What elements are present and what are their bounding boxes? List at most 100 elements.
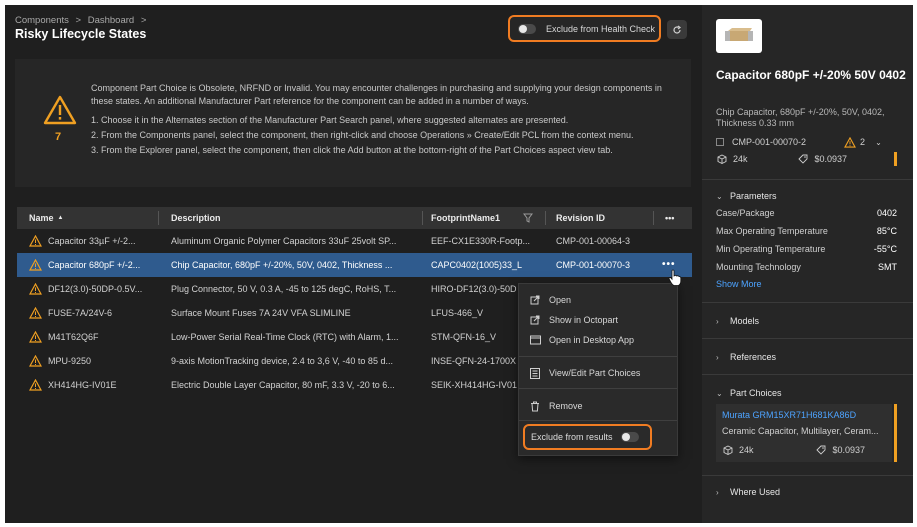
table-row-selected[interactable]: Capacitor 680pF +/-2... Chip Capacitor, … (17, 253, 692, 277)
chevron-down-icon: ⌄ (716, 191, 723, 201)
warning-icon (29, 331, 42, 343)
column-header-name[interactable]: Name ▲ (29, 207, 63, 229)
price-value: $0.0937 (832, 444, 866, 455)
section-where-used[interactable]: › Where Used (716, 487, 780, 497)
part-choice-summary[interactable]: CMP-001-00070-2 2 ⌄ (716, 135, 906, 149)
toggle-switch[interactable] (518, 23, 536, 34)
chevron-right-icon: › (716, 352, 719, 362)
more-columns-icon[interactable]: ••• (665, 207, 674, 229)
footprint-cell: STM-QFN-16_V (431, 332, 497, 342)
chevron-right-icon: › (716, 487, 719, 497)
footprint-cell: SEIK-XH414HG-IV01 (431, 380, 518, 390)
description-cell: Aluminum Organic Polymer Capacitors 33uF… (171, 236, 397, 246)
filter-icon[interactable] (523, 213, 533, 223)
breadcrumb-components[interactable]: Components (15, 15, 69, 26)
name-cell: Capacitor 680pF +/-2... (29, 253, 157, 277)
info-step: 1. Choose it in the Alternates section o… (91, 115, 569, 125)
breadcrumb-separator: > (140, 15, 147, 26)
part-choice-card[interactable]: Murata GRM15XR71H681KA86D Ceramic Capaci… (716, 404, 892, 462)
section-models[interactable]: › Models (716, 316, 759, 326)
chevron-down-icon[interactable]: ⌄ (875, 138, 882, 147)
component-name: FUSE-7A/24V-6 (48, 308, 113, 318)
warning-icon (29, 307, 42, 319)
warning-icon (844, 136, 857, 148)
description-cell: Chip Capacitor, 680pF +/-20%, 50V, 0402,… (171, 260, 393, 270)
exclude-from-results-toggle[interactable]: Exclude from results (523, 424, 652, 450)
parameter-name: Mounting Technology (716, 262, 801, 272)
parameter-name: Max Operating Temperature (716, 226, 828, 236)
menu-item-view-edit-part-choices[interactable]: View/Edit Part Choices (529, 365, 640, 381)
breadcrumb-dashboard[interactable]: Dashboard (88, 15, 134, 26)
trash-icon (529, 400, 541, 412)
column-header-revision[interactable]: Revision ID (556, 207, 605, 229)
external-link-icon (529, 314, 541, 326)
sort-asc-icon: ▲ (57, 215, 64, 221)
menu-item-show-in-octopart[interactable]: Show in Octopart (529, 312, 618, 328)
component-title: Capacitor 680pF +/-20% 50V 0402 (716, 68, 906, 82)
menu-item-label: Show in Octopart (549, 315, 619, 325)
column-header-description[interactable]: Description (171, 207, 221, 229)
menu-item-open[interactable]: Open (529, 292, 571, 308)
external-link-icon (529, 294, 541, 306)
refresh-button[interactable] (667, 20, 687, 39)
parameter-row: Case/Package 0402 (716, 208, 897, 222)
price-tag-icon (798, 154, 809, 165)
part-choice-stock-row: 24k $0.0937 (722, 444, 887, 455)
box-icon (716, 154, 727, 165)
warning-icon (29, 379, 42, 391)
component-name: DF12(3.0)-50DP-0.5V... (48, 284, 143, 294)
page-title: Risky Lifecycle States (15, 27, 147, 41)
toggle-switch[interactable] (620, 432, 639, 442)
section-label: Parameters (730, 191, 777, 201)
exclude-from-results-label: Exclude from results (531, 432, 613, 442)
revision-cell: CMP-001-00070-3 (556, 260, 631, 270)
info-text: Component Part Choice is Obsolete, NRFND… (91, 82, 681, 158)
description-cell: Electric Double Layer Capacitor, 80 mF, … (171, 380, 395, 390)
component-image (716, 19, 762, 53)
column-divider[interactable] (158, 211, 159, 225)
menu-item-remove[interactable]: Remove (529, 398, 583, 414)
chevron-down-icon: ⌄ (716, 388, 723, 398)
column-divider[interactable] (545, 211, 546, 225)
name-cell: Capacitor 33µF +/-2... (29, 229, 157, 253)
description-cell: Low-Power Serial Real-Time Clock (RTC) w… (171, 332, 399, 342)
warning-icon (29, 235, 42, 247)
part-choice-mpn-link[interactable]: Murata GRM15XR71H681KA86D (722, 410, 856, 420)
column-divider[interactable] (422, 211, 423, 225)
menu-item-label: View/Edit Part Choices (549, 368, 641, 378)
column-divider[interactable] (653, 211, 654, 225)
stock-row: 24k $0.0937 (716, 152, 906, 166)
issue-count: 7 (55, 131, 62, 143)
section-part-choices[interactable]: ⌄ Part Choices (716, 388, 782, 398)
section-parameters[interactable]: ⌄ Parameters (716, 191, 777, 201)
footprint-cell: EEF-CX1E330R-Footp... (431, 236, 531, 246)
footprint-cell: CAPC0402(1005)33_L (431, 260, 523, 270)
section-references[interactable]: › References (716, 352, 776, 362)
exclude-health-check-toggle[interactable]: Exclude from Health Check (508, 15, 661, 42)
show-more-link[interactable]: Show More (716, 279, 762, 289)
table-row[interactable]: Capacitor 33µF +/-2... Aluminum Organic … (17, 229, 692, 253)
column-name-label: Name (29, 213, 54, 223)
warning-icon (29, 259, 42, 271)
column-header-footprint[interactable]: FootprintName1 (431, 207, 500, 229)
menu-divider (519, 420, 677, 421)
part-choices-icon (529, 367, 541, 379)
parameter-row: Mounting Technology SMT (716, 262, 897, 276)
chip-icon (716, 138, 724, 146)
exclude-health-check-label: Exclude from Health Check (546, 23, 656, 34)
part-choice-description: Ceramic Capacitor, Multilayer, Ceram... (722, 426, 879, 436)
parameter-name: Min Operating Temperature (716, 244, 826, 254)
breadcrumb: Components > Dashboard > (15, 15, 150, 26)
price-value: $0.0937 (814, 154, 848, 164)
row-context-menu: Open Show in Octopart Open in Desktop Ap… (518, 283, 678, 456)
info-intro: Component Part Choice is Obsolete, NRFND… (91, 83, 662, 106)
parameter-name: Case/Package (716, 208, 775, 218)
stock-value: 24k (739, 444, 754, 455)
app-window: Components > Dashboard > Risky Lifecycle… (5, 5, 913, 523)
menu-item-open-in-desktop-app[interactable]: Open in Desktop App (529, 332, 634, 348)
description-cell: Surface Mount Fuses 7A 24V VFA SLIMLINE (171, 308, 351, 318)
section-divider (702, 179, 913, 180)
description-cell: 9-axis MotionTracking device, 2.4 to 3,6… (171, 356, 393, 366)
section-label: References (730, 352, 777, 362)
hand-cursor-icon (668, 269, 682, 286)
